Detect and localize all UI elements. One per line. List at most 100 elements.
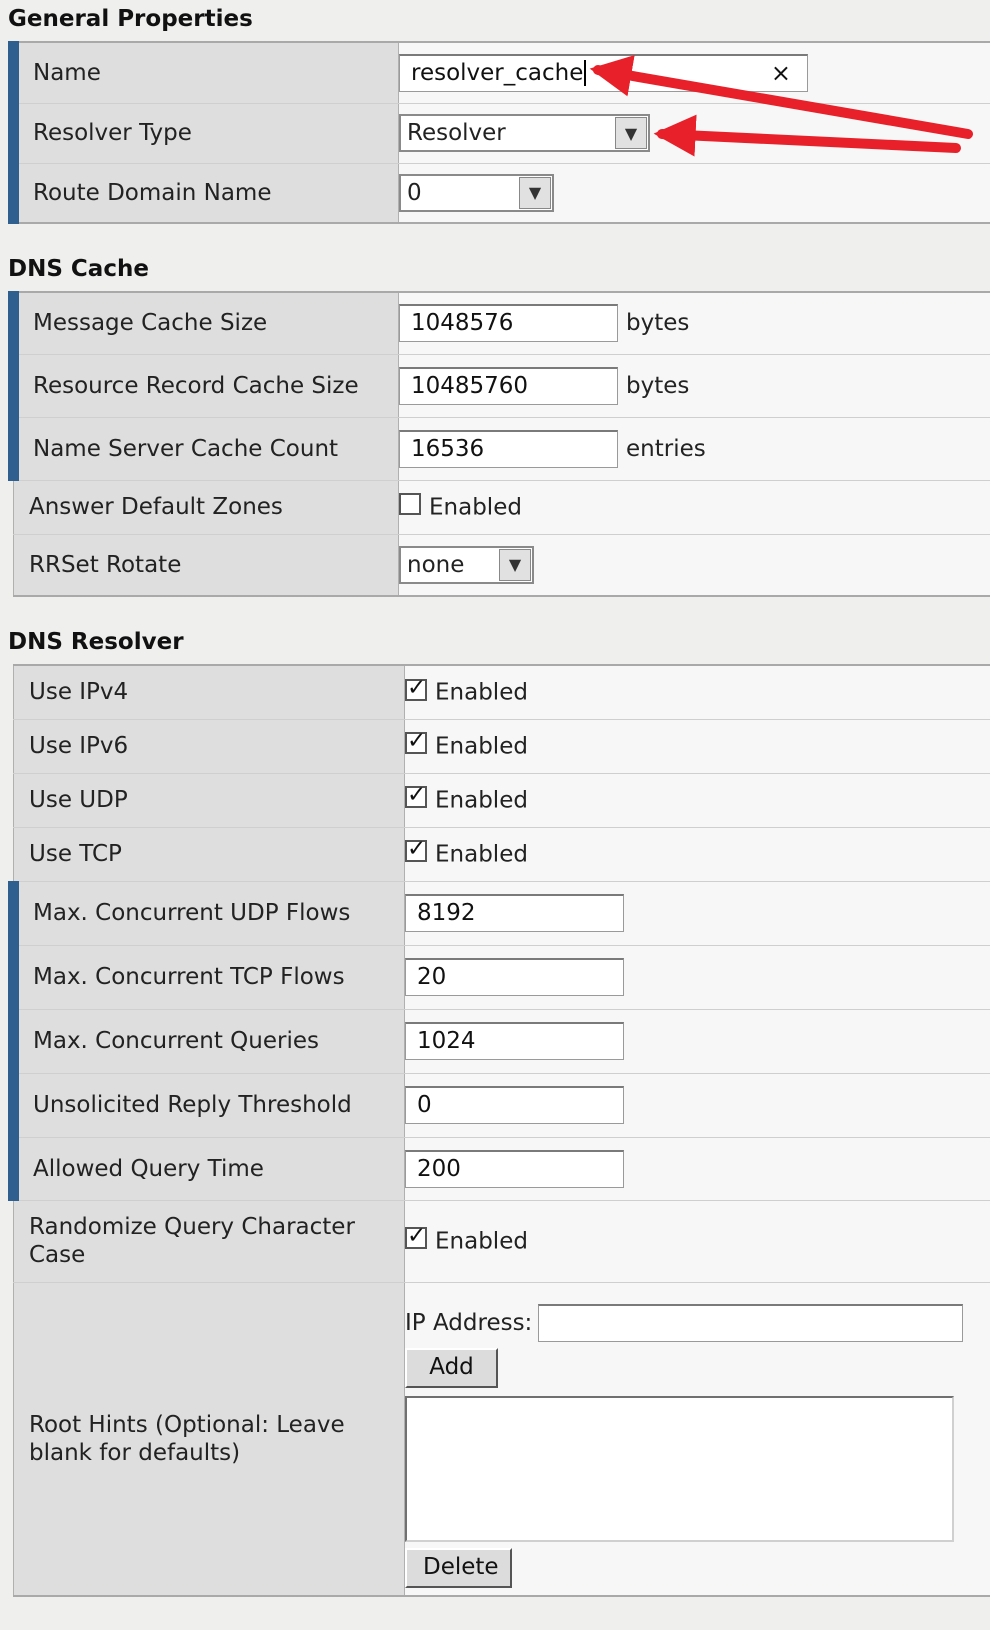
allowed-time-cell: 200 bbox=[404, 1137, 990, 1201]
tcp-row: Use TCP Enabled bbox=[13, 827, 990, 882]
udp-checkbox[interactable] bbox=[405, 782, 427, 809]
msg-cache-input[interactable]: 1048576 bbox=[399, 304, 618, 343]
enabled-label: Enabled bbox=[435, 733, 528, 760]
root-hints-cell: IP Address: Add Delete bbox=[404, 1282, 990, 1597]
unsolicited-label: Unsolicited Reply Threshold bbox=[8, 1073, 405, 1138]
ns-count-row: Name Server Cache Count 16536 entries bbox=[8, 417, 990, 481]
answer-zones-label: Answer Default Zones bbox=[13, 480, 399, 535]
enabled-label: Enabled bbox=[435, 1228, 528, 1255]
max-udp-label: Max. Concurrent UDP Flows bbox=[8, 881, 405, 946]
allowed-time-row: Allowed Query Time 200 bbox=[8, 1137, 990, 1201]
dns-resolver-table: Use IPv4 Enabled Use IPv6 Enabled Use UD… bbox=[8, 664, 990, 1597]
chevron-down-icon[interactable]: ▼ bbox=[519, 176, 551, 209]
route-domain-value: 0 bbox=[407, 179, 422, 206]
tcp-checkbox[interactable] bbox=[405, 836, 427, 863]
max-udp-cell: 8192 bbox=[404, 881, 990, 946]
enabled-label: Enabled bbox=[435, 787, 528, 814]
msg-cache-row: Message Cache Size 1048576 bytes bbox=[8, 292, 990, 355]
add-button-wrap: Add bbox=[405, 1347, 990, 1388]
ipv6-checkbox[interactable] bbox=[405, 728, 427, 755]
msg-cache-cell: 1048576 bytes bbox=[398, 292, 990, 355]
allowed-time-input[interactable]: 200 bbox=[405, 1149, 624, 1188]
rr-cache-label: Resource Record Cache Size bbox=[8, 354, 399, 418]
resolver-type-value: Resolver bbox=[407, 120, 506, 146]
route-domain-row: Route Domain Name 0 ▼ bbox=[8, 163, 990, 224]
name-cell: resolver_cache × bbox=[398, 42, 990, 104]
rrset-row: RRSet Rotate none ▼ bbox=[13, 534, 990, 597]
ipv6-row: Use IPv6 Enabled bbox=[13, 719, 990, 774]
ip-address-line: IP Address: bbox=[405, 1303, 990, 1343]
route-domain-label: Route Domain Name bbox=[8, 163, 399, 224]
randomize-row: Randomize Query Character Case Enabled bbox=[13, 1200, 990, 1283]
root-hints-list[interactable] bbox=[405, 1395, 954, 1542]
general-properties-table: Name resolver_cache × Resolver Type Reso… bbox=[8, 41, 990, 224]
resolver-type-cell: Resolver ▼ bbox=[398, 103, 990, 164]
max-queries-input[interactable]: 1024 bbox=[405, 1022, 624, 1060]
max-queries-cell: 1024 bbox=[404, 1009, 990, 1074]
rrset-cell: none ▼ bbox=[398, 534, 990, 597]
delete-button[interactable]: Delete bbox=[405, 1547, 512, 1588]
route-domain-select[interactable]: 0 ▼ bbox=[399, 173, 554, 212]
rr-cache-unit: bytes bbox=[626, 372, 690, 399]
enabled-label: Enabled bbox=[429, 494, 522, 521]
resolver-type-row: Resolver Type Resolver ▼ bbox=[8, 103, 990, 164]
unsolicited-input[interactable]: 0 bbox=[405, 1086, 624, 1124]
msg-cache-label: Message Cache Size bbox=[8, 292, 399, 355]
text-cursor bbox=[584, 59, 587, 86]
rrset-value: none bbox=[407, 551, 465, 578]
ns-count-input[interactable]: 16536 bbox=[399, 429, 618, 468]
ns-count-cell: 16536 entries bbox=[398, 417, 990, 481]
section-title-dns-cache: DNS Cache bbox=[8, 256, 149, 282]
answer-zones-checkbox[interactable] bbox=[399, 493, 421, 516]
randomize-cell: Enabled bbox=[404, 1200, 990, 1283]
rr-cache-row: Resource Record Cache Size 10485760 bytes bbox=[8, 354, 990, 418]
randomize-label: Randomize Query Character Case bbox=[13, 1200, 405, 1283]
answer-zones-cell: Enabled bbox=[398, 480, 990, 535]
ip-address-input[interactable] bbox=[538, 1303, 964, 1342]
msg-cache-unit: bytes bbox=[626, 310, 690, 337]
root-hints-label: Root Hints (Optional: Leave blank for de… bbox=[13, 1282, 405, 1597]
ip-address-label: IP Address: bbox=[405, 1309, 533, 1336]
max-udp-input[interactable]: 8192 bbox=[405, 894, 624, 932]
udp-cell: Enabled bbox=[404, 773, 990, 828]
max-queries-row: Max. Concurrent Queries 1024 bbox=[8, 1009, 990, 1074]
allowed-time-label: Allowed Query Time bbox=[8, 1137, 405, 1201]
name-row: Name resolver_cache × bbox=[8, 42, 990, 104]
ipv4-label: Use IPv4 bbox=[13, 665, 405, 720]
name-input[interactable]: resolver_cache × bbox=[399, 53, 808, 92]
udp-row: Use UDP Enabled bbox=[13, 773, 990, 828]
section-title-general: General Properties bbox=[8, 6, 253, 32]
unsolicited-row: Unsolicited Reply Threshold 0 bbox=[8, 1073, 990, 1138]
name-label: Name bbox=[8, 42, 399, 104]
ipv4-cell: Enabled bbox=[404, 665, 990, 720]
chevron-down-icon[interactable]: ▼ bbox=[615, 117, 647, 149]
enabled-label: Enabled bbox=[435, 679, 528, 706]
max-queries-label: Max. Concurrent Queries bbox=[8, 1009, 405, 1074]
name-input-value: resolver_cache bbox=[411, 59, 584, 86]
resolver-type-select[interactable]: Resolver ▼ bbox=[399, 114, 650, 152]
ipv4-row: Use IPv4 Enabled bbox=[13, 665, 990, 720]
ns-count-unit: entries bbox=[626, 435, 706, 462]
ns-count-label: Name Server Cache Count bbox=[8, 417, 399, 481]
ipv6-cell: Enabled bbox=[404, 719, 990, 774]
ipv6-label: Use IPv6 bbox=[13, 719, 405, 774]
max-tcp-input[interactable]: 20 bbox=[405, 958, 624, 996]
add-button[interactable]: Add bbox=[405, 1347, 498, 1388]
route-domain-cell: 0 ▼ bbox=[398, 163, 990, 224]
rr-cache-input[interactable]: 10485760 bbox=[399, 366, 618, 405]
max-tcp-label: Max. Concurrent TCP Flows bbox=[8, 945, 405, 1010]
tcp-label: Use TCP bbox=[13, 827, 405, 882]
randomize-checkbox[interactable] bbox=[405, 1223, 427, 1250]
clear-icon[interactable]: × bbox=[771, 56, 791, 91]
max-udp-row: Max. Concurrent UDP Flows 8192 bbox=[8, 881, 990, 946]
max-tcp-cell: 20 bbox=[404, 945, 990, 1010]
rrset-select[interactable]: none ▼ bbox=[399, 545, 534, 584]
rrset-label: RRSet Rotate bbox=[13, 534, 399, 597]
udp-label: Use UDP bbox=[13, 773, 405, 828]
chevron-down-icon[interactable]: ▼ bbox=[499, 548, 531, 581]
section-title-dns-resolver: DNS Resolver bbox=[8, 629, 184, 655]
ipv4-checkbox[interactable] bbox=[405, 675, 427, 701]
root-hints-row: Root Hints (Optional: Leave blank for de… bbox=[13, 1282, 990, 1597]
tcp-cell: Enabled bbox=[404, 827, 990, 882]
rr-cache-cell: 10485760 bytes bbox=[398, 354, 990, 418]
